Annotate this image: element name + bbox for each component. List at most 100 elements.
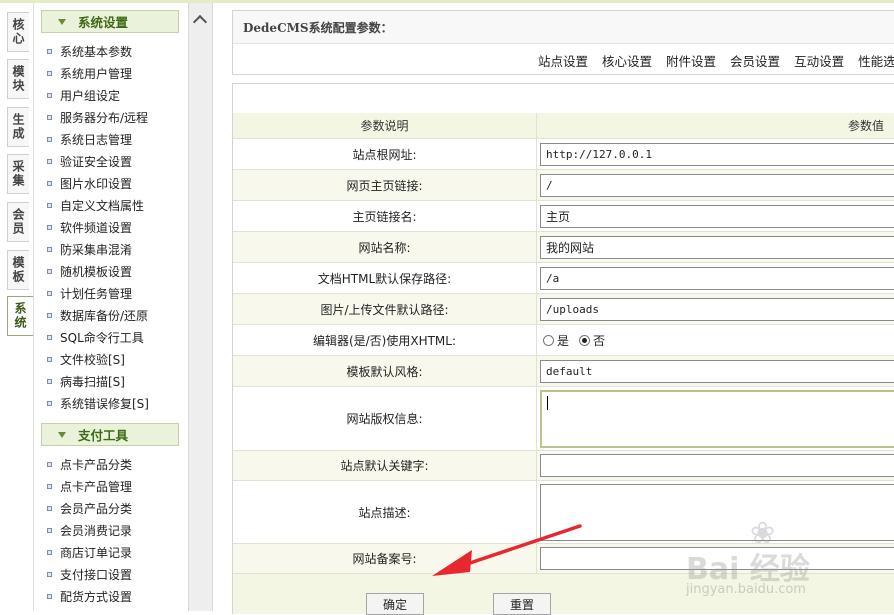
menu-item-delivery[interactable]: 配货方式设置 xyxy=(47,585,132,607)
tab-performance[interactable]: 性能选 xyxy=(851,51,894,70)
bullet-icon xyxy=(47,158,52,164)
bullet-icon xyxy=(47,246,52,252)
form-button-row: 确定 重置 xyxy=(233,574,894,615)
upload-path-input[interactable]: /uploads xyxy=(540,298,894,321)
description-textarea[interactable] xyxy=(540,484,894,541)
menu-item-sql[interactable]: SQL命令行工具 xyxy=(47,326,144,348)
table-row: 主页链接名: 主页 xyxy=(233,201,894,232)
menu-group-header-system[interactable]: 系统设置 xyxy=(41,10,179,33)
field-value-cell: http://127.0.0.1 xyxy=(536,139,894,169)
menu-item-soft-channel[interactable]: 软件频道设置 xyxy=(47,216,132,238)
bullet-icon xyxy=(47,224,52,230)
reset-button[interactable]: 重置 xyxy=(493,593,551,615)
config-tabs: 站点设置 核心设置 附件设置 会员设置 互动设置 性能选 xyxy=(233,44,894,76)
menu-item-virus-scan[interactable]: 病毒扫描[S] xyxy=(47,370,125,392)
left-tab-module[interactable]: 模块 xyxy=(7,59,29,99)
menu-item-shop-orders[interactable]: 商店订单记录 xyxy=(47,541,132,563)
menu-item-label: 服务器分布/远程 xyxy=(60,110,149,125)
menu-item-label: 自定义文档属性 xyxy=(60,198,145,213)
field-label: 编辑器(是/否)使用XHTML: xyxy=(312,333,457,348)
menu-group-header-payment[interactable]: 支付工具 xyxy=(41,423,179,446)
template-style-input[interactable]: default xyxy=(540,360,894,383)
left-tab-core[interactable]: 核心 xyxy=(7,12,29,52)
field-value-cell xyxy=(536,451,894,480)
table-row: 图片/上传文件默认路径: /uploads xyxy=(233,294,894,325)
menu-item-label: 数据库备份/还原 xyxy=(60,308,149,323)
menu-item-pay-interface[interactable]: 支付接口设置 xyxy=(47,563,132,585)
left-tab-member[interactable]: 会员 xyxy=(7,202,29,242)
menu-item-tasks[interactable]: 计划任务管理 xyxy=(47,282,132,304)
menu-item-card-category[interactable]: 点卡产品分类 xyxy=(47,453,132,475)
bullet-icon xyxy=(47,334,52,340)
field-value-cell: /a xyxy=(536,263,894,293)
radio-no-label: 否 xyxy=(593,333,606,348)
tab-site[interactable]: 站点设置 xyxy=(531,51,595,70)
left-tab-label: 模块 xyxy=(11,65,25,93)
left-tab-system[interactable]: 系统 xyxy=(7,296,33,336)
left-tab-label: 核心 xyxy=(11,18,25,46)
home-link-input[interactable]: / xyxy=(540,174,894,197)
menu-item-custom-attr[interactable]: 自定义文档属性 xyxy=(47,194,144,216)
bullet-icon xyxy=(47,290,52,296)
menu-item-card-manage[interactable]: 点卡产品管理 xyxy=(47,475,132,497)
menu-item-member-consume[interactable]: 会员消费记录 xyxy=(47,519,132,541)
menu-item-random-template[interactable]: 随机模板设置 xyxy=(47,260,132,282)
chevron-up-icon[interactable] xyxy=(192,14,208,30)
menu-item-label: 验证安全设置 xyxy=(60,154,133,169)
menu-item-basic-params[interactable]: 系统基本参数 xyxy=(47,40,132,62)
left-tab-label: 模板 xyxy=(11,256,25,284)
left-tab-bar: 核心 模块 生成 采集 会员 模板 系统 xyxy=(0,3,34,611)
table-row: 网页主页链接: / xyxy=(233,170,894,201)
radio-yes-label: 是 xyxy=(557,333,570,348)
menu-item-label: 软件频道设置 xyxy=(60,220,133,235)
icp-input[interactable] xyxy=(540,547,894,570)
home-link-name-input[interactable]: 主页 xyxy=(540,205,894,228)
radio-no[interactable] xyxy=(579,334,591,346)
menu-item-anti-collect[interactable]: 防采集串混淆 xyxy=(47,238,132,260)
field-value-cell: / xyxy=(536,170,894,200)
tab-interaction[interactable]: 互动设置 xyxy=(787,51,851,70)
menu-item-security[interactable]: 验证安全设置 xyxy=(47,150,132,172)
menu-item-error-repair[interactable]: 系统错误修复[S] xyxy=(47,392,149,414)
menu-scroll-strip[interactable] xyxy=(188,3,213,611)
menu-item-watermark[interactable]: 图片水印设置 xyxy=(47,172,132,194)
radio-yes[interactable] xyxy=(543,334,554,346)
menu-item-user-group[interactable]: 用户组设定 xyxy=(47,84,120,106)
field-value-cell: 是 否 xyxy=(536,325,894,355)
menu-item-user-manage[interactable]: 系统用户管理 xyxy=(47,62,132,84)
text-caret xyxy=(547,396,548,410)
main-content: DedeCMS系统配置参数： 站点设置 核心设置 附件设置 会员设置 互动设置 … xyxy=(232,3,894,615)
tab-attachment[interactable]: 附件设置 xyxy=(659,51,723,70)
left-tab-label: 会员 xyxy=(11,208,25,236)
menu-item-file-check[interactable]: 文件校验[S] xyxy=(47,348,125,370)
xhtml-radio-group: 是 否 xyxy=(543,325,605,355)
confirm-button[interactable]: 确定 xyxy=(366,593,424,615)
menu-item-label: 支付接口设置 xyxy=(60,567,133,582)
html-path-input[interactable]: /a xyxy=(540,267,894,290)
menu-item-member-product[interactable]: 会员产品分类 xyxy=(47,497,132,519)
bullet-icon xyxy=(47,527,52,533)
menu-item-server[interactable]: 服务器分布/远程 xyxy=(47,106,148,128)
menu-item-log[interactable]: 系统日志管理 xyxy=(47,128,132,150)
field-value-cell xyxy=(536,544,894,573)
menu-item-label: 用户组设定 xyxy=(60,88,121,103)
collapse-triangle-icon xyxy=(58,18,66,25)
menu-item-label: 点卡产品管理 xyxy=(60,479,133,494)
site-url-input[interactable]: http://127.0.0.1 xyxy=(540,143,894,166)
site-name-input[interactable]: 我的网站 xyxy=(540,236,894,259)
menu-item-label: 系统用户管理 xyxy=(60,66,133,81)
left-tab-generate[interactable]: 生成 xyxy=(7,107,29,147)
left-tab-template[interactable]: 模板 xyxy=(7,250,29,290)
tab-member[interactable]: 会员设置 xyxy=(723,51,787,70)
bullet-icon xyxy=(47,378,52,384)
menu-item-label: 随机模板设置 xyxy=(60,264,133,279)
bullet-icon xyxy=(47,356,52,362)
keywords-input[interactable] xyxy=(540,454,894,477)
left-tab-collect[interactable]: 采集 xyxy=(7,154,29,194)
field-label: 网页主页链接: xyxy=(346,178,423,193)
copyright-textarea[interactable] xyxy=(540,390,894,448)
field-label: 文档HTML默认保存路径: xyxy=(317,271,452,286)
menu-item-backup[interactable]: 数据库备份/还原 xyxy=(47,304,148,326)
field-value-cell: /uploads xyxy=(536,294,894,324)
tab-core[interactable]: 核心设置 xyxy=(595,51,659,70)
